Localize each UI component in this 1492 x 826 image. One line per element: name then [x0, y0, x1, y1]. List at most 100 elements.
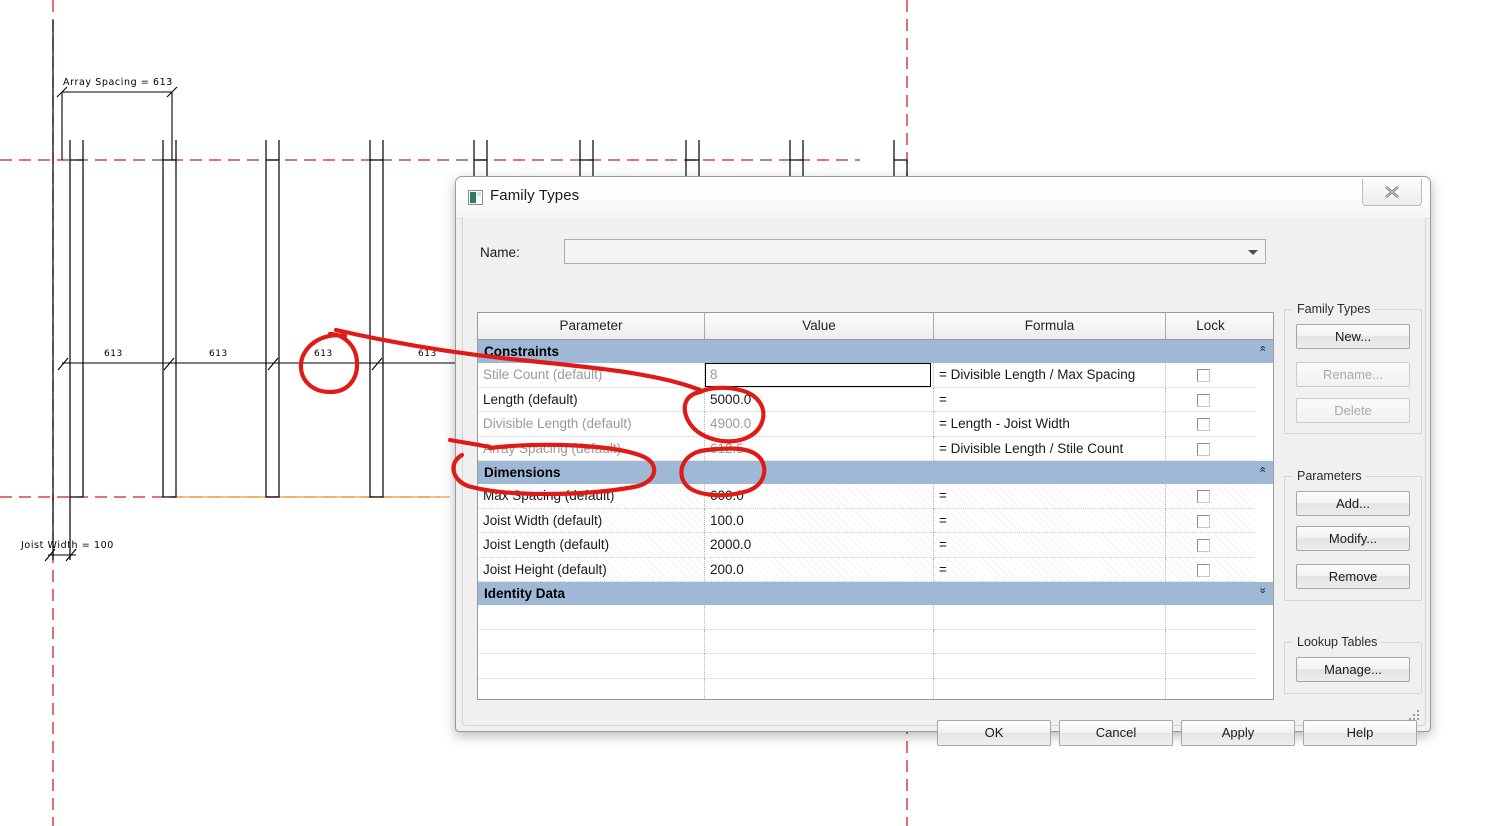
- table-row[interactable]: Length (default) 5000.0 =: [478, 387, 1273, 412]
- cell-formula[interactable]: =: [934, 557, 1166, 582]
- section-header-constraints[interactable]: Constraints «: [478, 340, 1273, 363]
- lock-checkbox[interactable]: [1197, 514, 1210, 528]
- table-row[interactable]: Array Spacing (default) 612.5 = Divisibl…: [478, 436, 1273, 461]
- lock-checkbox[interactable]: [1197, 490, 1210, 503]
- cell-empty: [705, 629, 934, 654]
- cell-empty: [705, 605, 934, 630]
- cell-empty: [934, 654, 1166, 679]
- dialog-body: Name: Parameter Value Formula Lock Const…: [462, 218, 1426, 746]
- joist-4: [369, 159, 384, 498]
- cell-formula[interactable]: = Length - Joist Width: [934, 412, 1166, 437]
- column-header-parameter[interactable]: Parameter: [478, 313, 705, 339]
- cell-formula[interactable]: = Divisible Length / Max Spacing: [934, 363, 1166, 388]
- cell-value[interactable]: 4900.0: [705, 412, 934, 437]
- table-row[interactable]: Stile Count (default) 8 = Divisible Leng…: [478, 363, 1273, 388]
- joist-1: [69, 159, 84, 498]
- apply-button[interactable]: Apply: [1181, 720, 1295, 746]
- cell-empty: [478, 678, 705, 700]
- lock-checkbox[interactable]: [1197, 418, 1210, 431]
- section-label: Constraints: [484, 344, 560, 359]
- chevron-down-icon[interactable]: »: [1256, 587, 1268, 593]
- remove-parameter-button[interactable]: Remove: [1296, 564, 1410, 589]
- column-header-formula[interactable]: Formula: [934, 313, 1166, 339]
- array-spacing-label: Array Spacing = 613: [63, 77, 173, 88]
- new-type-button[interactable]: New...: [1296, 324, 1410, 349]
- parameters-group: Parameters Add... Modify... Remove: [1284, 469, 1422, 601]
- lock-checkbox[interactable]: [1197, 369, 1210, 382]
- lock-checkbox[interactable]: [1197, 393, 1210, 407]
- table-row[interactable]: Max Spacing (default) 600.0 =: [478, 484, 1273, 509]
- cell-parameter: Stile Count (default): [478, 363, 705, 388]
- cell-empty: [934, 678, 1166, 700]
- column-header-value[interactable]: Value: [705, 313, 934, 339]
- cell-empty: [1166, 679, 1255, 701]
- chain-dim-1: 613: [104, 349, 123, 359]
- manage-lookup-tables-button[interactable]: Manage...: [1296, 657, 1410, 682]
- table-row[interactable]: Joist Length (default) 2000.0 =: [478, 533, 1273, 558]
- help-button[interactable]: Help: [1303, 720, 1417, 746]
- column-header-lock[interactable]: Lock: [1166, 313, 1255, 339]
- array-spacing-dimension: [56, 86, 178, 160]
- cell-value[interactable]: 100.0: [705, 508, 934, 533]
- cell-empty: [934, 605, 1166, 630]
- table-row[interactable]: Joist Width (default) 100.0 =: [478, 508, 1273, 533]
- cell-value[interactable]: 600.0: [705, 484, 934, 509]
- section-header-dimensions[interactable]: Dimensions «: [478, 461, 1273, 484]
- cell-empty: [1166, 654, 1255, 679]
- lookup-tables-group: Lookup Tables Manage...: [1284, 635, 1422, 694]
- close-icon: [1385, 186, 1399, 198]
- section-label: Dimensions: [484, 465, 561, 480]
- cell-formula[interactable]: =: [934, 387, 1166, 412]
- group-title-lookup-tables: Lookup Tables: [1293, 635, 1382, 649]
- chain-dim-2: 613: [209, 349, 228, 359]
- cell-parameter: Joist Length (default): [478, 533, 705, 558]
- chevron-up-icon[interactable]: «: [1256, 466, 1268, 472]
- table-row-empty: [478, 605, 1273, 630]
- cancel-button[interactable]: Cancel: [1059, 720, 1173, 746]
- chain-tick-group: [57, 357, 383, 371]
- lock-checkbox[interactable]: [1197, 539, 1210, 552]
- cell-empty: [934, 629, 1166, 654]
- dialog-titlebar[interactable]: Family Types: [456, 177, 1430, 219]
- lock-checkbox[interactable]: [1197, 563, 1210, 577]
- cell-parameter: Joist Height (default): [478, 557, 705, 582]
- parameter-grid-header: Parameter Value Formula Lock: [478, 313, 1273, 340]
- cell-formula[interactable]: =: [934, 533, 1166, 558]
- family-types-icon: [468, 190, 483, 205]
- chevron-up-icon[interactable]: «: [1256, 345, 1268, 351]
- name-combobox[interactable]: [564, 239, 1266, 264]
- cell-parameter: Joist Width (default): [478, 508, 705, 533]
- cell-value[interactable]: 8: [705, 363, 934, 388]
- close-button[interactable]: [1362, 179, 1422, 206]
- cell-formula[interactable]: =: [934, 484, 1166, 509]
- cell-lock: [1166, 557, 1255, 582]
- cell-lock: [1166, 388, 1255, 412]
- ok-button[interactable]: OK: [937, 720, 1051, 746]
- modify-parameter-button[interactable]: Modify...: [1296, 526, 1410, 551]
- cell-formula[interactable]: = Divisible Length / Stile Count: [934, 436, 1166, 461]
- parameter-grid: Parameter Value Formula Lock Constraints…: [477, 312, 1274, 700]
- cell-value[interactable]: 5000.0: [705, 387, 934, 412]
- cell-empty: [705, 654, 934, 679]
- joist-2: [162, 159, 177, 498]
- cell-empty: [478, 605, 705, 630]
- cell-formula[interactable]: =: [934, 508, 1166, 533]
- chain-dim-4: 613: [418, 349, 437, 359]
- lock-checkbox[interactable]: [1197, 442, 1210, 456]
- family-types-dialog: Family Types Name: Parameter Value Formu…: [455, 176, 1431, 746]
- cell-value[interactable]: 2000.0: [705, 533, 934, 558]
- table-row[interactable]: Joist Height (default) 200.0 =: [478, 557, 1273, 582]
- add-parameter-button[interactable]: Add...: [1296, 491, 1410, 516]
- family-types-group: Family Types New... Rename... Delete: [1284, 302, 1422, 434]
- cell-value[interactable]: 612.5: [705, 436, 934, 461]
- group-title-parameters: Parameters: [1293, 469, 1366, 483]
- cell-empty: [478, 654, 705, 679]
- table-row-empty: [478, 629, 1273, 654]
- cell-empty: [705, 678, 934, 700]
- cell-lock: [1166, 437, 1255, 461]
- resize-grip[interactable]: [1408, 709, 1420, 721]
- table-row[interactable]: Divisible Length (default) 4900.0 = Leng…: [478, 412, 1273, 437]
- section-header-identity-data[interactable]: Identity Data »: [478, 582, 1273, 605]
- joist-3: [265, 159, 280, 498]
- cell-value[interactable]: 200.0: [705, 557, 934, 582]
